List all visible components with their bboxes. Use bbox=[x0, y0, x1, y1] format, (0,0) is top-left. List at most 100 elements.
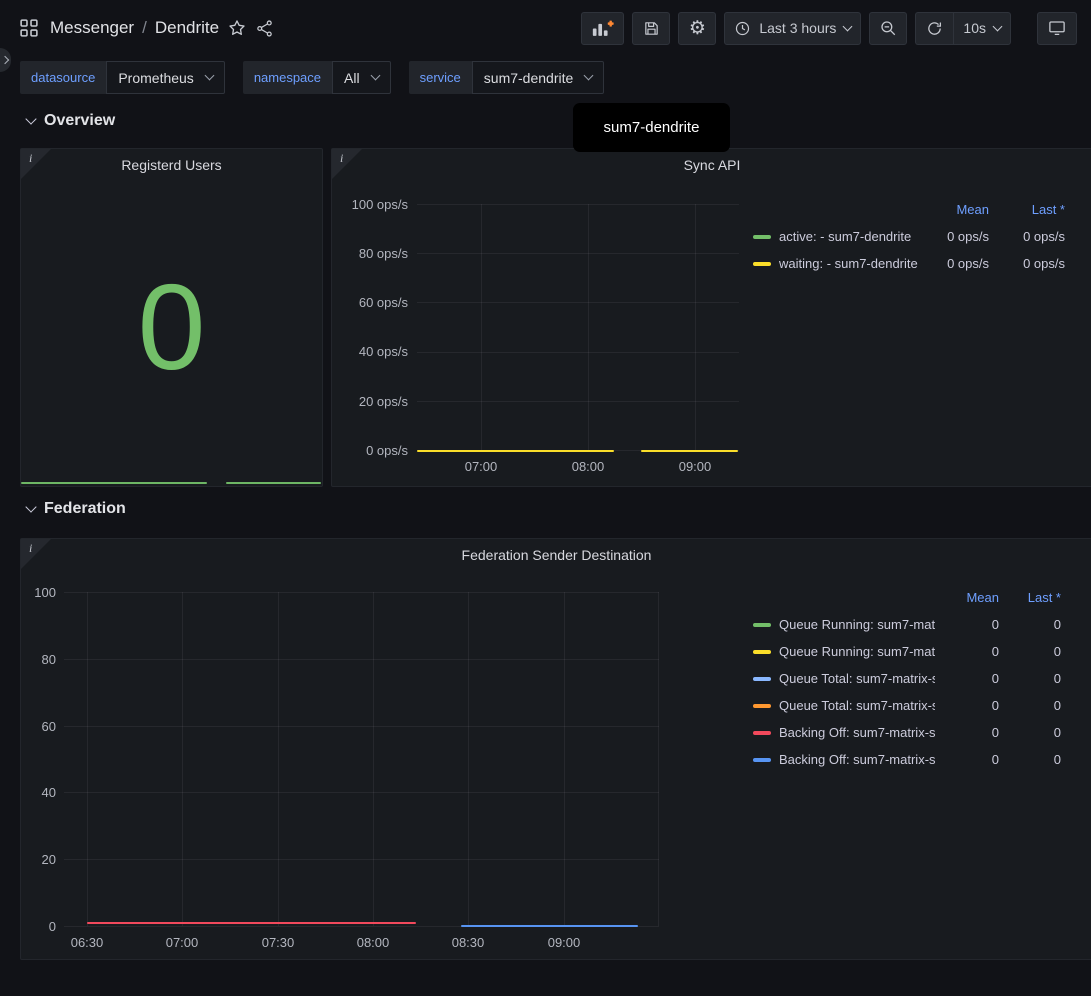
y-axis-tick: 100 ops/s bbox=[332, 197, 408, 212]
sparkline-segment bbox=[21, 482, 207, 484]
variable-label: datasource bbox=[20, 61, 106, 94]
datasource-dropdown[interactable]: Prometheus bbox=[106, 61, 224, 94]
gridline bbox=[417, 253, 739, 254]
legend-series-label[interactable]: active: - sum7-dendrite bbox=[779, 229, 919, 244]
gridline bbox=[64, 726, 659, 727]
legend-last-value: 0 bbox=[1007, 617, 1061, 632]
variable-service: service sum7-dendrite bbox=[409, 61, 605, 94]
y-axis-tick: 60 bbox=[21, 719, 56, 734]
refresh-interval-label: 10s bbox=[963, 20, 986, 36]
legend-mean-value: 0 ops/s bbox=[927, 229, 989, 244]
legend-mean-value: 0 bbox=[943, 698, 999, 713]
x-axis-tick: 08:00 bbox=[558, 459, 618, 474]
legend-mean-value: 0 bbox=[943, 752, 999, 767]
collapse-chevron-icon bbox=[25, 501, 36, 512]
y-axis-tick: 100 bbox=[21, 585, 56, 600]
section-title: Federation bbox=[44, 500, 126, 518]
share-icon bbox=[255, 19, 274, 38]
series-color-swatch bbox=[753, 262, 771, 266]
series-line-backing-off-red bbox=[87, 922, 416, 924]
x-axis-tick: 07:00 bbox=[451, 459, 511, 474]
gridline bbox=[417, 204, 739, 205]
namespace-dropdown[interactable]: All bbox=[332, 61, 391, 94]
series-color-swatch bbox=[753, 235, 771, 239]
panel-title: Sync API bbox=[332, 157, 1091, 173]
apps-grid-icon bbox=[20, 19, 38, 37]
panel-registered-users: i Registerd Users 0 bbox=[20, 148, 323, 487]
y-axis-tick: 20 ops/s bbox=[332, 394, 408, 409]
breadcrumb-folder[interactable]: Messenger bbox=[50, 18, 134, 38]
gridline bbox=[481, 204, 482, 450]
series-line-waiting bbox=[417, 450, 614, 453]
save-dashboard-button[interactable] bbox=[632, 12, 670, 45]
panel-sync-api: i Sync API 100 ops/s 80 ops/s 60 ops/s 4… bbox=[331, 148, 1091, 487]
namespace-value: All bbox=[344, 70, 360, 86]
stat-value: 0 bbox=[21, 266, 322, 388]
chevron-down-icon bbox=[370, 71, 380, 81]
legend-series-label[interactable]: Backing Off: sum7-matrix-sum7-dendrite bbox=[779, 725, 935, 740]
x-axis-tick: 06:30 bbox=[57, 935, 117, 950]
grafana-dashboard: Messenger / Dendrite bbox=[0, 0, 1091, 996]
y-axis-tick: 40 ops/s bbox=[332, 344, 408, 359]
time-range-picker[interactable]: Last 3 hours bbox=[724, 12, 861, 45]
legend-header-mean[interactable]: Mean bbox=[943, 590, 999, 605]
zoom-out-icon bbox=[879, 19, 897, 37]
legend-header-mean[interactable]: Mean bbox=[927, 202, 989, 217]
series-color-swatch bbox=[753, 758, 771, 762]
info-icon: i bbox=[29, 151, 32, 166]
legend-mean-value: 0 bbox=[943, 644, 999, 659]
breadcrumb-separator: / bbox=[142, 18, 147, 38]
gridline bbox=[468, 592, 469, 926]
legend-header-last[interactable]: Last * bbox=[997, 202, 1065, 217]
gridline bbox=[64, 859, 659, 860]
refresh-button[interactable] bbox=[915, 12, 953, 45]
apps-menu-button[interactable] bbox=[16, 15, 42, 41]
panel-title: Federation Sender Destination bbox=[21, 547, 1091, 563]
section-header-overview[interactable]: Overview bbox=[27, 112, 115, 130]
refresh-group: 10s bbox=[915, 12, 1011, 45]
chevron-down-icon bbox=[993, 21, 1003, 31]
series-color-swatch bbox=[753, 677, 771, 681]
x-axis-tick: 09:00 bbox=[665, 459, 725, 474]
refresh-interval-dropdown[interactable]: 10s bbox=[953, 12, 1011, 45]
top-bar: Messenger / Dendrite bbox=[0, 0, 1091, 56]
legend-row: active: - sum7-dendrite 0 ops/s 0 ops/s bbox=[753, 223, 1065, 250]
gridline bbox=[658, 592, 659, 926]
y-axis-tick: 40 bbox=[21, 785, 56, 800]
add-panel-button[interactable] bbox=[581, 12, 624, 45]
legend-series-label[interactable]: Queue Running: sum7-matrix-sum7-dendrite bbox=[779, 644, 935, 659]
zoom-out-button[interactable] bbox=[869, 12, 907, 45]
favorite-button[interactable] bbox=[223, 14, 251, 42]
sparkline-segment bbox=[226, 482, 321, 484]
legend-row: Queue Total: sum7-matrix-sum7-dendrite 0… bbox=[753, 692, 1061, 719]
legend-row: Queue Running: sum7-matrix-sum7-dendrite… bbox=[753, 611, 1061, 638]
gridline bbox=[182, 592, 183, 926]
legend-series-label[interactable]: waiting: - sum7-dendrite bbox=[779, 256, 919, 271]
refresh-icon bbox=[926, 20, 943, 37]
legend-series-label[interactable]: Queue Total: sum7-matrix-sum7-dendrite bbox=[779, 671, 935, 686]
service-dropdown[interactable]: sum7-dendrite bbox=[472, 61, 605, 94]
y-axis-tick: 0 bbox=[21, 919, 56, 934]
service-value-tooltip: sum7-dendrite bbox=[573, 103, 730, 152]
legend-last-value: 0 bbox=[1007, 698, 1061, 713]
legend-header: Mean Last * bbox=[753, 196, 1065, 223]
legend-last-value: 0 bbox=[1007, 725, 1061, 740]
kiosk-mode-button[interactable] bbox=[1037, 12, 1077, 45]
series-line-waiting bbox=[641, 450, 738, 453]
datasource-value: Prometheus bbox=[118, 70, 193, 86]
share-button[interactable] bbox=[251, 15, 278, 42]
monitor-icon bbox=[1047, 19, 1067, 37]
legend-series-label[interactable]: Queue Total: sum7-matrix-sum7-dendrite bbox=[779, 698, 935, 713]
breadcrumb-dashboard[interactable]: Dendrite bbox=[155, 18, 219, 38]
legend-series-label[interactable]: Queue Running: sum7-matrix-sum7-dendrite bbox=[779, 617, 935, 632]
dashboard-settings-button[interactable]: ⚙ bbox=[678, 12, 716, 45]
legend-header-last[interactable]: Last * bbox=[1007, 590, 1061, 605]
federation-legend: Mean Last * Queue Running: sum7-matrix-s… bbox=[753, 584, 1061, 773]
variable-datasource: datasource Prometheus bbox=[20, 61, 225, 94]
chevron-down-icon bbox=[204, 71, 214, 81]
y-axis-tick: 60 ops/s bbox=[332, 295, 408, 310]
save-icon bbox=[643, 20, 660, 37]
section-header-federation[interactable]: Federation bbox=[27, 500, 126, 518]
star-icon bbox=[227, 18, 247, 38]
legend-series-label[interactable]: Backing Off: sum7-matrix-sum7-dendrite bbox=[779, 752, 935, 767]
